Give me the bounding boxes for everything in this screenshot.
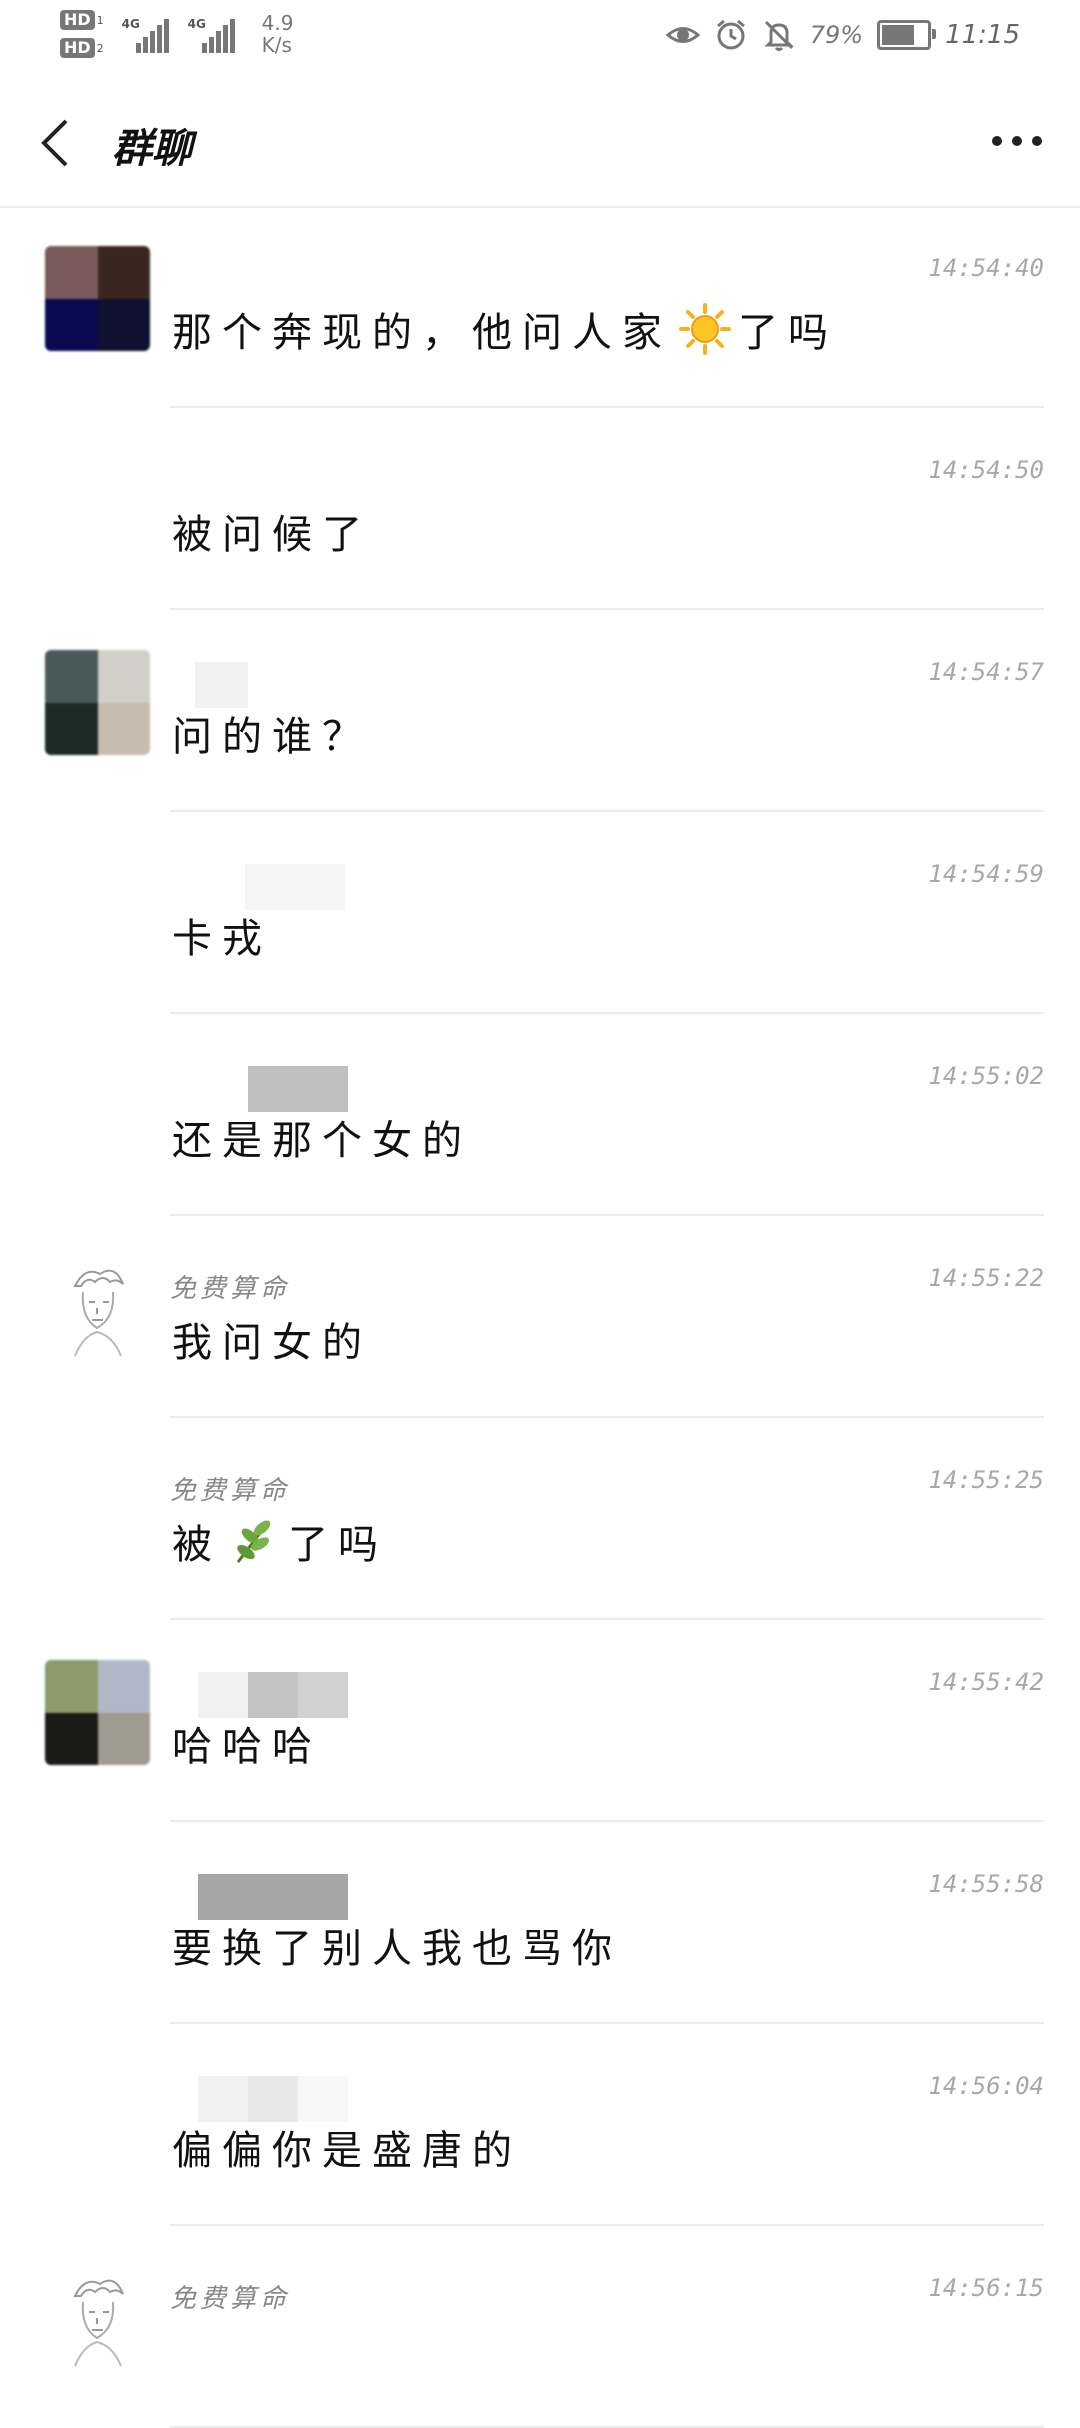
- chat-message[interactable]: 14:54:59 卡戎: [0, 812, 1080, 1014]
- message-timestamp: 14:55:02: [928, 1062, 1044, 1090]
- chat-message[interactable]: 14:56:04 偏偏你是盛唐的: [0, 2024, 1080, 2226]
- speed-unit: K/s: [261, 33, 292, 57]
- user-avatar[interactable]: [45, 246, 150, 351]
- message-text-part: 还是那个女的: [172, 1118, 472, 1164]
- message-timestamp: 14:55:42: [928, 1668, 1044, 1696]
- hd-2: HD 2: [60, 38, 104, 58]
- alarm-icon: [716, 19, 745, 50]
- chat-message[interactable]: 14:54:50 被问候了: [0, 408, 1080, 610]
- message-timestamp: 14:55:22: [928, 1264, 1044, 1292]
- message-timestamp: 14:54:40: [928, 254, 1044, 282]
- message-text-part: 了吗: [738, 310, 838, 356]
- message-timestamp: 14:55:58: [928, 1870, 1044, 1898]
- message-timestamp: 14:54:57: [928, 658, 1044, 686]
- signal-2-icon: 4G: [188, 15, 240, 53]
- message-text: 还是那个女的: [172, 1108, 472, 1166]
- message-text: 被 了吗: [172, 1512, 388, 1570]
- chat-message[interactable]: 14:54:57 问的谁？: [0, 610, 1080, 812]
- message-text-part: 被问候了: [172, 512, 372, 558]
- hd-indicators: HD 1 HD 2: [60, 10, 104, 58]
- message-list[interactable]: 14:54:40 那个奔现的，他问人家 了吗 14:54:50 被问候了 14:54:57…: [0, 206, 1080, 2428]
- message-text: 问的谁？: [172, 704, 372, 762]
- status-bar: HD 1 HD 2 4G 4G 4.9 K/s 79% 11:15: [0, 0, 1080, 78]
- leaf-emoji: [236, 1520, 271, 1563]
- network-speed: 4.9 K/s: [262, 12, 294, 56]
- user-avatar[interactable]: [45, 1660, 150, 1765]
- sketch-avatar: [73, 1269, 124, 1357]
- message-text: 那个奔现的，他问人家 了吗: [172, 300, 838, 358]
- message-text: 偏偏你是盛唐的: [172, 2118, 522, 2176]
- message-text: 卡戎: [172, 906, 272, 964]
- mute-bell-icon: [764, 20, 794, 51]
- message-text-part: 卡戎: [172, 916, 272, 962]
- battery-percent: 79%: [809, 21, 864, 49]
- sender-name: 免费算命: [170, 1476, 291, 1506]
- chat-message[interactable]: 14:54:40 那个奔现的，他问人家 了吗: [0, 206, 1080, 408]
- message-text: 要换了别人我也骂你: [172, 1916, 622, 1974]
- hd2-label: HD: [60, 38, 95, 58]
- sender-name: 免费算命: [170, 2284, 291, 2314]
- hd2-sub: 2: [96, 41, 104, 55]
- eye-icon: [665, 27, 700, 43]
- message-timestamp: 14:54:59: [928, 860, 1044, 888]
- more-dot: [1032, 136, 1042, 146]
- message-text-part: 了吗: [288, 1522, 388, 1568]
- message-text: 哈哈哈: [172, 1714, 322, 1772]
- message-text-part: 偏偏你是盛唐的: [172, 2128, 522, 2174]
- user-avatar[interactable]: [45, 650, 150, 755]
- net2-label: 4G: [187, 17, 206, 31]
- status-bar-left: HD 1 HD 2 4G 4G 4.9 K/s: [60, 10, 293, 58]
- net1-label: 4G: [121, 17, 140, 31]
- chat-message[interactable]: 14:55:58 要换了别人我也骂你: [0, 1822, 1080, 2024]
- speed-value: 4.9: [261, 11, 294, 35]
- message-timestamp: 14:54:50: [928, 456, 1044, 484]
- hd1-sub: 1: [96, 13, 104, 27]
- chat-message[interactable]: 14:55:42 哈哈哈: [0, 1620, 1080, 1822]
- message-text: 被问候了: [172, 502, 372, 560]
- status-time: 11:15: [945, 20, 1020, 50]
- message-text-part: 我问女的: [172, 1320, 372, 1366]
- message-text-part: 被: [172, 1522, 222, 1568]
- message-text-part: 问的谁？: [172, 714, 372, 760]
- chat-message[interactable]: 免费算命 14:56:15: [0, 2226, 1080, 2428]
- message-timestamp: 14:56:04: [928, 2072, 1044, 2100]
- sender-name-redacted: [198, 1874, 348, 1920]
- chat-message[interactable]: 免费算命 14:55:22 我问女的: [0, 1216, 1080, 1418]
- signal-1-icon: 4G: [122, 15, 170, 53]
- hd-1: HD 1: [60, 10, 104, 30]
- sender-name-redacted: [248, 2076, 348, 2122]
- message-timestamp: 14:55:25: [928, 1466, 1044, 1494]
- sender-name-redacted: [195, 662, 248, 708]
- chat-message[interactable]: 免费算命 14:55:25 被 了吗: [0, 1418, 1080, 1620]
- more-dot: [1012, 136, 1022, 146]
- more-options-icon[interactable]: [992, 136, 1042, 146]
- message-text: 我问女的: [172, 1310, 372, 1368]
- top-navbar: 群聊: [0, 80, 1080, 208]
- chat-message[interactable]: 14:55:02 还是那个女的: [0, 1014, 1080, 1216]
- message-timestamp: 14:56:15: [928, 2274, 1044, 2302]
- sender-name-redacted: [248, 1066, 348, 1112]
- status-bar-right: 79% 11:15: [665, 18, 1020, 52]
- battery-icon: [877, 20, 937, 50]
- page-title: 群聊: [112, 125, 192, 172]
- sketch-avatar: [73, 2279, 124, 2367]
- back-chevron-icon[interactable]: [36, 115, 76, 171]
- message-text-part: 哈哈哈: [172, 1724, 322, 1770]
- message-text-part: 那个奔现的，他问人家: [172, 310, 672, 356]
- battery-fill: [882, 25, 915, 45]
- sender-name: 免费算命: [170, 1274, 291, 1304]
- hd1-label: HD: [60, 10, 95, 30]
- sun-emoji: [679, 303, 731, 355]
- more-dot: [992, 136, 1002, 146]
- message-text-part: 要换了别人我也骂你: [172, 1926, 622, 1972]
- sender-name-redacted: [245, 864, 345, 910]
- sender-name-redacted: [248, 1672, 348, 1718]
